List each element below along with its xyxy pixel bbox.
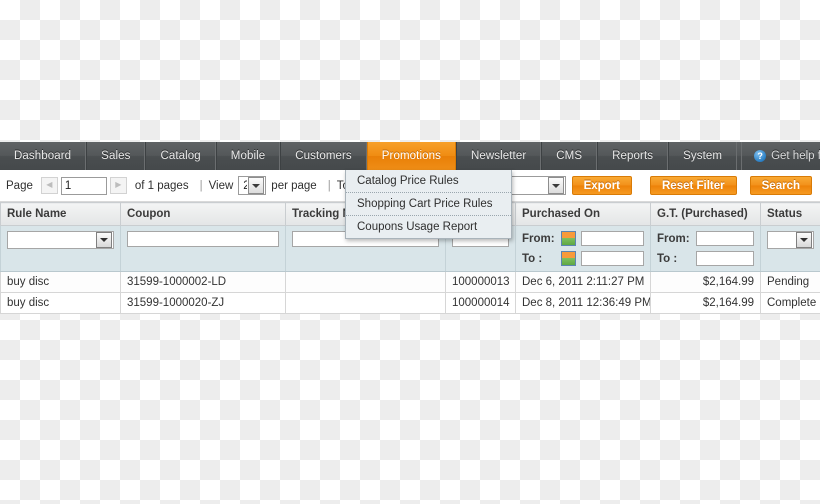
purchased-on-from-label: From:: [522, 232, 555, 245]
filter-grand-total-to-input[interactable]: [696, 251, 754, 266]
filter-cell-grand-total: From: To :: [650, 225, 761, 272]
cell-order-id: 100000013: [445, 271, 516, 293]
grand-total-from-row: From:: [657, 231, 754, 246]
get-help-label: Get help for this page: [771, 150, 820, 162]
table-row[interactable]: buy disc 31599-1000020-ZJ 100000014 Dec 8, …: [0, 292, 820, 314]
nav-item-label: Mobile: [230, 150, 266, 162]
get-help-link[interactable]: ? Get help for this page: [741, 142, 820, 170]
filter-cell-status: [760, 225, 820, 272]
filter-grand-total-from-input[interactable]: [696, 231, 754, 246]
cell-purchased-on: Dec 8, 2011 12:36:49 PM: [515, 292, 651, 314]
view-label: View: [208, 179, 234, 192]
chevron-down-icon: [96, 232, 112, 248]
calendar-icon[interactable]: [561, 231, 576, 246]
purchased-on-from-row: From:: [522, 231, 644, 246]
nav-item-label: CMS: [556, 150, 583, 162]
column-header-coupon[interactable]: Coupon: [120, 202, 286, 226]
nav-item-label: Reports: [612, 150, 654, 162]
table-row[interactable]: buy disc 31599-1000002-LD 100000013 Dec 6, …: [0, 271, 820, 293]
menu-item-shopping-cart-price-rules[interactable]: Shopping Cart Price Rules: [346, 193, 511, 216]
cell-status: Pending: [760, 271, 820, 293]
nav-item-label: Dashboard: [14, 150, 72, 162]
nav-item-reports[interactable]: Reports: [597, 142, 669, 170]
question-mark-circle-icon: ?: [754, 150, 767, 162]
toolbar-divider-1: |: [199, 179, 203, 192]
promotions-dropdown-menu: Catalog Price Rules Shopping Cart Price …: [345, 170, 512, 239]
cell-coupon: 31599-1000020-ZJ: [120, 292, 286, 314]
cell-order-id: 100000014: [445, 292, 516, 314]
cell-grand-total: $2,164.99: [650, 271, 761, 293]
nav-item-customers[interactable]: Customers: [280, 142, 367, 170]
grand-total-from-label: From:: [657, 232, 690, 245]
nav-item-system[interactable]: System: [668, 142, 738, 170]
nav-item-label: Customers: [295, 150, 352, 162]
nav-item-label: Catalog: [160, 150, 201, 162]
search-button[interactable]: Search: [749, 176, 812, 195]
of-pages-label: of 1 pages: [134, 179, 189, 192]
grand-total-to-label: To :: [657, 252, 678, 265]
chevron-down-icon: [547, 177, 564, 194]
admin-page: Dashboard Sales Catalog Mobile Customers Prom…: [0, 142, 820, 314]
nav-item-label: Promotions: [381, 150, 441, 162]
cell-tracking-number: [285, 292, 446, 314]
nav-item-label: Sales: [101, 150, 131, 162]
menu-item-coupons-usage-report[interactable]: Coupons Usage Report: [346, 216, 511, 238]
nav-item-newsletter[interactable]: Newsletter: [455, 142, 542, 170]
purchased-on-to-label: To :: [522, 252, 543, 265]
cell-status: Complete: [760, 292, 820, 314]
cell-grand-total: $2,164.99: [650, 292, 761, 314]
nav-item-label: System: [683, 150, 723, 162]
cell-rule-name: buy disc: [0, 271, 121, 293]
reset-filter-button[interactable]: Reset Filter: [650, 176, 737, 195]
main-navigation: Dashboard Sales Catalog Mobile Customers Prom…: [0, 142, 820, 239]
grid-data-rows: buy disc 31599-1000002-LD 100000013 Dec 6, …: [0, 271, 820, 314]
nav-item-sales[interactable]: Sales: [86, 142, 146, 170]
chevron-down-icon: [796, 232, 812, 248]
nav-item-list: Dashboard Sales Catalog Mobile Customers Prom…: [0, 142, 738, 170]
filter-status-select[interactable]: [767, 231, 814, 249]
per-page-value: 20: [243, 179, 248, 192]
export-button[interactable]: Export: [571, 176, 632, 195]
previous-page-button[interactable]: ◀: [40, 177, 58, 194]
nav-item-mobile[interactable]: Mobile: [215, 142, 281, 170]
filter-purchased-on-to-input[interactable]: [581, 251, 644, 266]
calendar-icon[interactable]: [561, 251, 576, 266]
filter-cell-coupon: [120, 225, 286, 272]
cell-coupon: 31599-1000002-LD: [120, 271, 286, 293]
next-page-button[interactable]: ▶: [109, 177, 127, 194]
column-header-rule-name[interactable]: Rule Name: [0, 202, 121, 226]
filter-cell-purchased-on: From: To :: [515, 225, 651, 272]
filter-rule-name-select[interactable]: [7, 231, 114, 249]
toolbar-divider-2: |: [327, 179, 331, 192]
filter-cell-rule-name: [0, 225, 121, 272]
nav-item-catalog[interactable]: Catalog: [145, 142, 216, 170]
per-page-label: per page: [271, 179, 317, 192]
cell-purchased-on: Dec 6, 2011 2:11:27 PM: [515, 271, 651, 293]
page-input[interactable]: [60, 176, 107, 195]
grand-total-to-row: To :: [657, 251, 754, 266]
filter-coupon-input[interactable]: [127, 231, 279, 247]
page-label: Page: [6, 179, 33, 192]
menu-item-catalog-price-rules[interactable]: Catalog Price Rules: [346, 170, 511, 193]
nav-item-promotions[interactable]: Promotions: [366, 142, 456, 170]
filter-purchased-on-from-input[interactable]: [581, 231, 644, 246]
column-header-purchased-on[interactable]: Purchased On: [515, 202, 651, 226]
cell-tracking-number: [285, 271, 446, 293]
nav-item-dashboard[interactable]: Dashboard: [0, 142, 87, 170]
chevron-down-icon: [248, 177, 265, 194]
nav-item-label: Newsletter: [470, 150, 527, 162]
column-header-status[interactable]: Status: [760, 202, 820, 226]
nav-item-cms[interactable]: CMS: [541, 142, 598, 170]
column-header-grand-total[interactable]: G.T. (Purchased): [650, 202, 761, 226]
cell-rule-name: buy disc: [0, 292, 121, 314]
purchased-on-to-row: To :: [522, 251, 644, 266]
per-page-select[interactable]: 20: [238, 176, 267, 195]
